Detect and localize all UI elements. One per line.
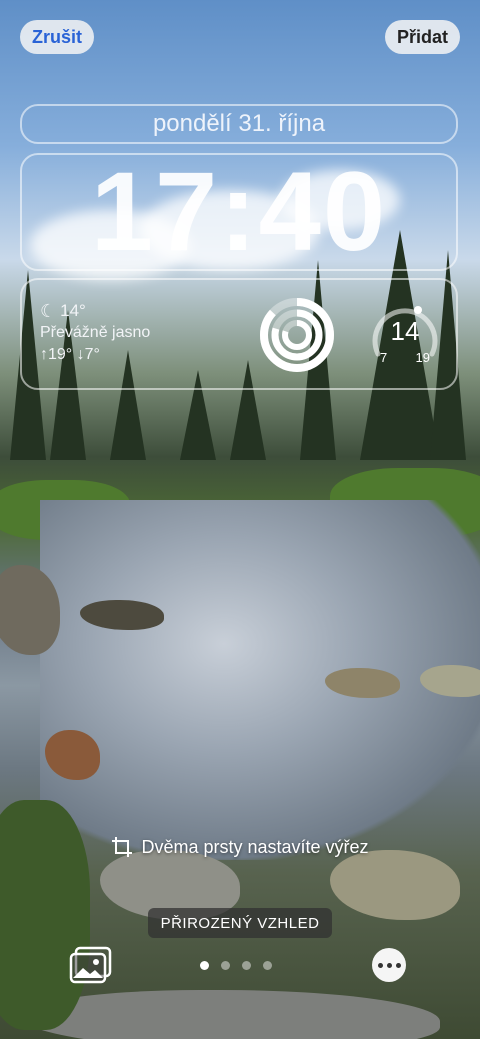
gauge-min: 7 — [380, 350, 388, 365]
activity-rings-icon — [260, 298, 334, 372]
style-label: PŘIROZENÝ VZHLED — [148, 908, 332, 938]
cancel-button[interactable]: Zrušit — [20, 20, 95, 54]
photos-icon — [69, 946, 112, 984]
weather-high-low: ↑19° ↓7° — [40, 346, 100, 363]
page-indicator[interactable] — [200, 961, 272, 970]
page-dot[interactable] — [263, 961, 272, 970]
weather-temp: 14° — [60, 301, 86, 320]
widgets-slot[interactable]: ☾ 14° Převážně jasno ↑19° ↓7° 14 7 19 — [20, 278, 458, 390]
date-widget-slot[interactable]: pondělí 31. října — [20, 104, 458, 144]
ellipsis-icon — [377, 962, 383, 968]
more-options-button[interactable] — [372, 948, 406, 982]
crop-hint: Dvěma prsty nastavíte výřez — [0, 836, 480, 858]
photos-button[interactable] — [68, 946, 114, 986]
date-label: pondělí 31. října — [152, 110, 326, 137]
add-button[interactable]: Přidat — [384, 20, 460, 54]
clock-time: 17:40 — [90, 149, 388, 274]
page-dot[interactable] — [242, 961, 251, 970]
weather-condition: Převážně jasno — [40, 324, 151, 341]
page-dot[interactable] — [200, 961, 209, 970]
crop-hint-text: Dvěma prsty nastavíte výřez — [141, 836, 369, 857]
page-dot[interactable] — [221, 961, 230, 970]
weather-widget[interactable]: ☾ 14° Převážně jasno ↑19° ↓7° — [40, 300, 150, 366]
temperature-gauge-widget[interactable]: 14 7 19 — [366, 296, 444, 374]
moon-icon: ☾ — [40, 301, 57, 321]
gauge-max: 19 — [415, 350, 430, 365]
crop-icon — [112, 837, 133, 857]
gauge-value: 14 — [390, 316, 420, 346]
clock-slot[interactable]: 17:40 — [20, 153, 458, 271]
activity-widget[interactable] — [258, 296, 336, 374]
